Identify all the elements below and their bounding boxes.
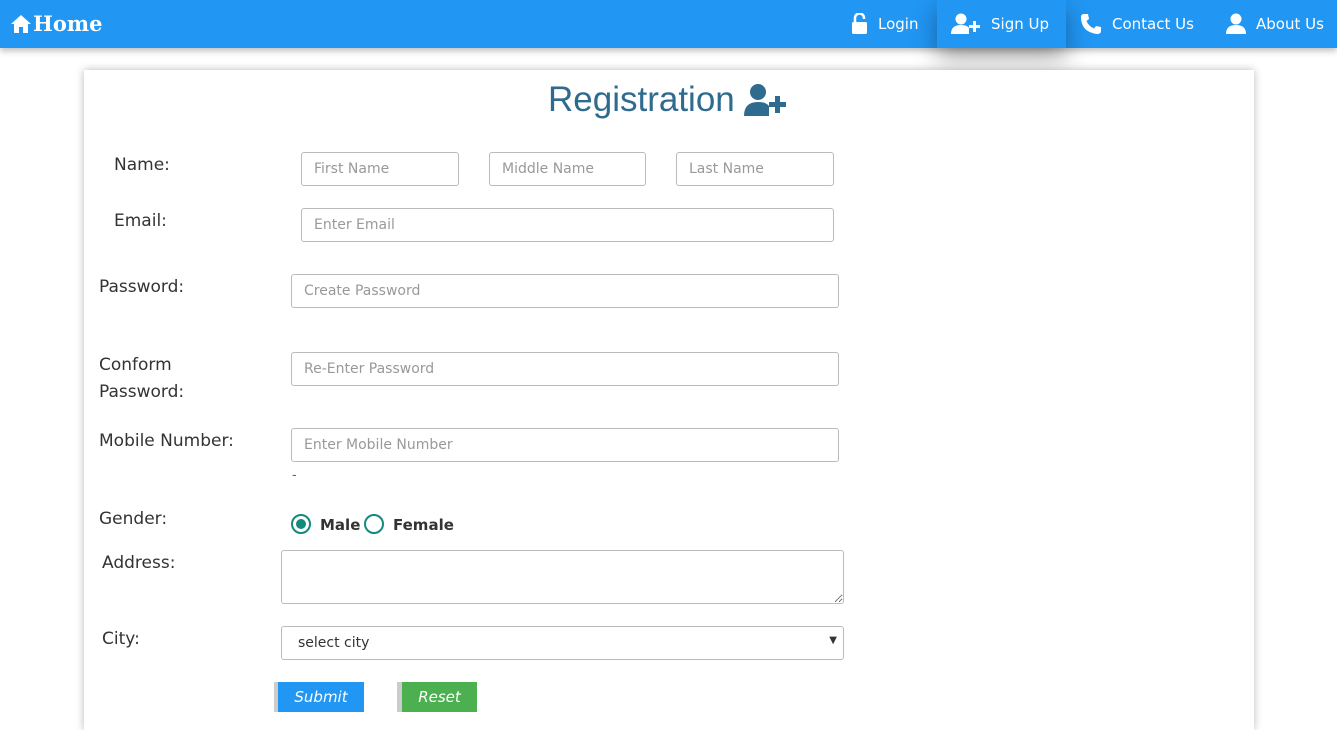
- nav-about-label: About Us: [1256, 15, 1324, 33]
- gender-female-radio[interactable]: [364, 514, 384, 534]
- mobile-validation-mark: -: [292, 468, 297, 483]
- radio-selected-dot: [296, 519, 306, 529]
- user-plus-icon: [743, 84, 786, 116]
- home-link[interactable]: Home: [10, 11, 102, 36]
- gender-label: Gender:: [99, 509, 168, 529]
- user-plus-icon: [951, 13, 980, 34]
- home-icon: [11, 14, 31, 33]
- nav-about[interactable]: About Us: [1226, 0, 1337, 48]
- gender-male-label[interactable]: Male: [320, 516, 360, 534]
- submit-button[interactable]: Submit: [274, 682, 364, 712]
- city-label: City:: [102, 629, 140, 649]
- city-select[interactable]: select city ▼: [281, 626, 844, 660]
- home-label: Home: [33, 11, 103, 36]
- gender-male-radio[interactable]: [291, 514, 311, 534]
- password-label: Password:: [99, 277, 185, 297]
- nav-signup[interactable]: Sign Up: [937, 0, 1066, 48]
- gender-female-label[interactable]: Female: [393, 516, 454, 534]
- nav-login[interactable]: Login: [851, 0, 937, 48]
- top-navbar: Home Login Sign Up Contact Us About Us: [0, 0, 1337, 48]
- email-label: Email:: [114, 211, 167, 231]
- nav-contact-label: Contact Us: [1112, 15, 1194, 33]
- phone-icon: [1081, 14, 1101, 34]
- nav-login-label: Login: [878, 15, 919, 33]
- page-title: Registration: [548, 80, 788, 120]
- dropdown-arrow-icon: ▼: [829, 635, 837, 646]
- page-title-text: Registration: [548, 80, 735, 119]
- nav-contact[interactable]: Contact Us: [1080, 0, 1210, 48]
- address-textarea[interactable]: [281, 550, 844, 604]
- last-name-input[interactable]: [676, 152, 834, 186]
- reset-button[interactable]: Reset: [397, 682, 477, 712]
- confirm-password-input[interactable]: [291, 352, 839, 386]
- email-input[interactable]: [301, 208, 834, 242]
- user-icon: [1226, 13, 1246, 34]
- password-input[interactable]: [291, 274, 839, 308]
- first-name-input[interactable]: [301, 152, 459, 186]
- nav-signup-label: Sign Up: [991, 15, 1049, 33]
- unlock-icon: [852, 13, 867, 34]
- middle-name-input[interactable]: [489, 152, 646, 186]
- address-label: Address:: [102, 553, 176, 573]
- city-select-value: select city: [298, 635, 370, 651]
- confirm-password-label-line2: Password:: [99, 382, 185, 402]
- mobile-input[interactable]: [291, 428, 839, 462]
- mobile-label: Mobile Number:: [99, 431, 234, 451]
- name-label: Name:: [114, 155, 170, 175]
- confirm-password-label-line1: Conform: [99, 355, 172, 375]
